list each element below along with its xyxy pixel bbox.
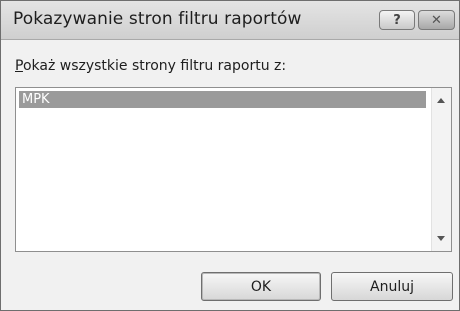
label-accelerator: P: [15, 58, 23, 74]
list-item-mpk[interactable]: MPK: [19, 91, 426, 108]
label-text: okaż wszystkie strony filtru raportu z:: [22, 58, 287, 74]
ok-button[interactable]: OK: [201, 272, 321, 301]
close-icon: ✕: [431, 12, 442, 28]
title-bar[interactable]: Pokazywanie stron filtru raportów ? ✕: [1, 1, 459, 40]
dialog-window: Pokazywanie stron filtru raportów ? ✕ Po…: [0, 0, 460, 311]
dialog-title: Pokazywanie stron filtru raportów: [13, 9, 302, 29]
scroll-up-arrow-icon[interactable]: [437, 98, 445, 103]
report-filter-listbox[interactable]: MPK: [15, 87, 452, 252]
help-button[interactable]: ?: [379, 10, 415, 30]
close-button[interactable]: ✕: [418, 10, 455, 30]
cancel-button[interactable]: Anuluj: [331, 272, 453, 301]
report-filter-label: Pokaż wszystkie strony filtru raportu z:: [15, 58, 286, 74]
help-icon: ?: [393, 12, 401, 28]
vertical-scrollbar[interactable]: [431, 88, 451, 251]
scroll-down-arrow-icon[interactable]: [437, 236, 445, 241]
